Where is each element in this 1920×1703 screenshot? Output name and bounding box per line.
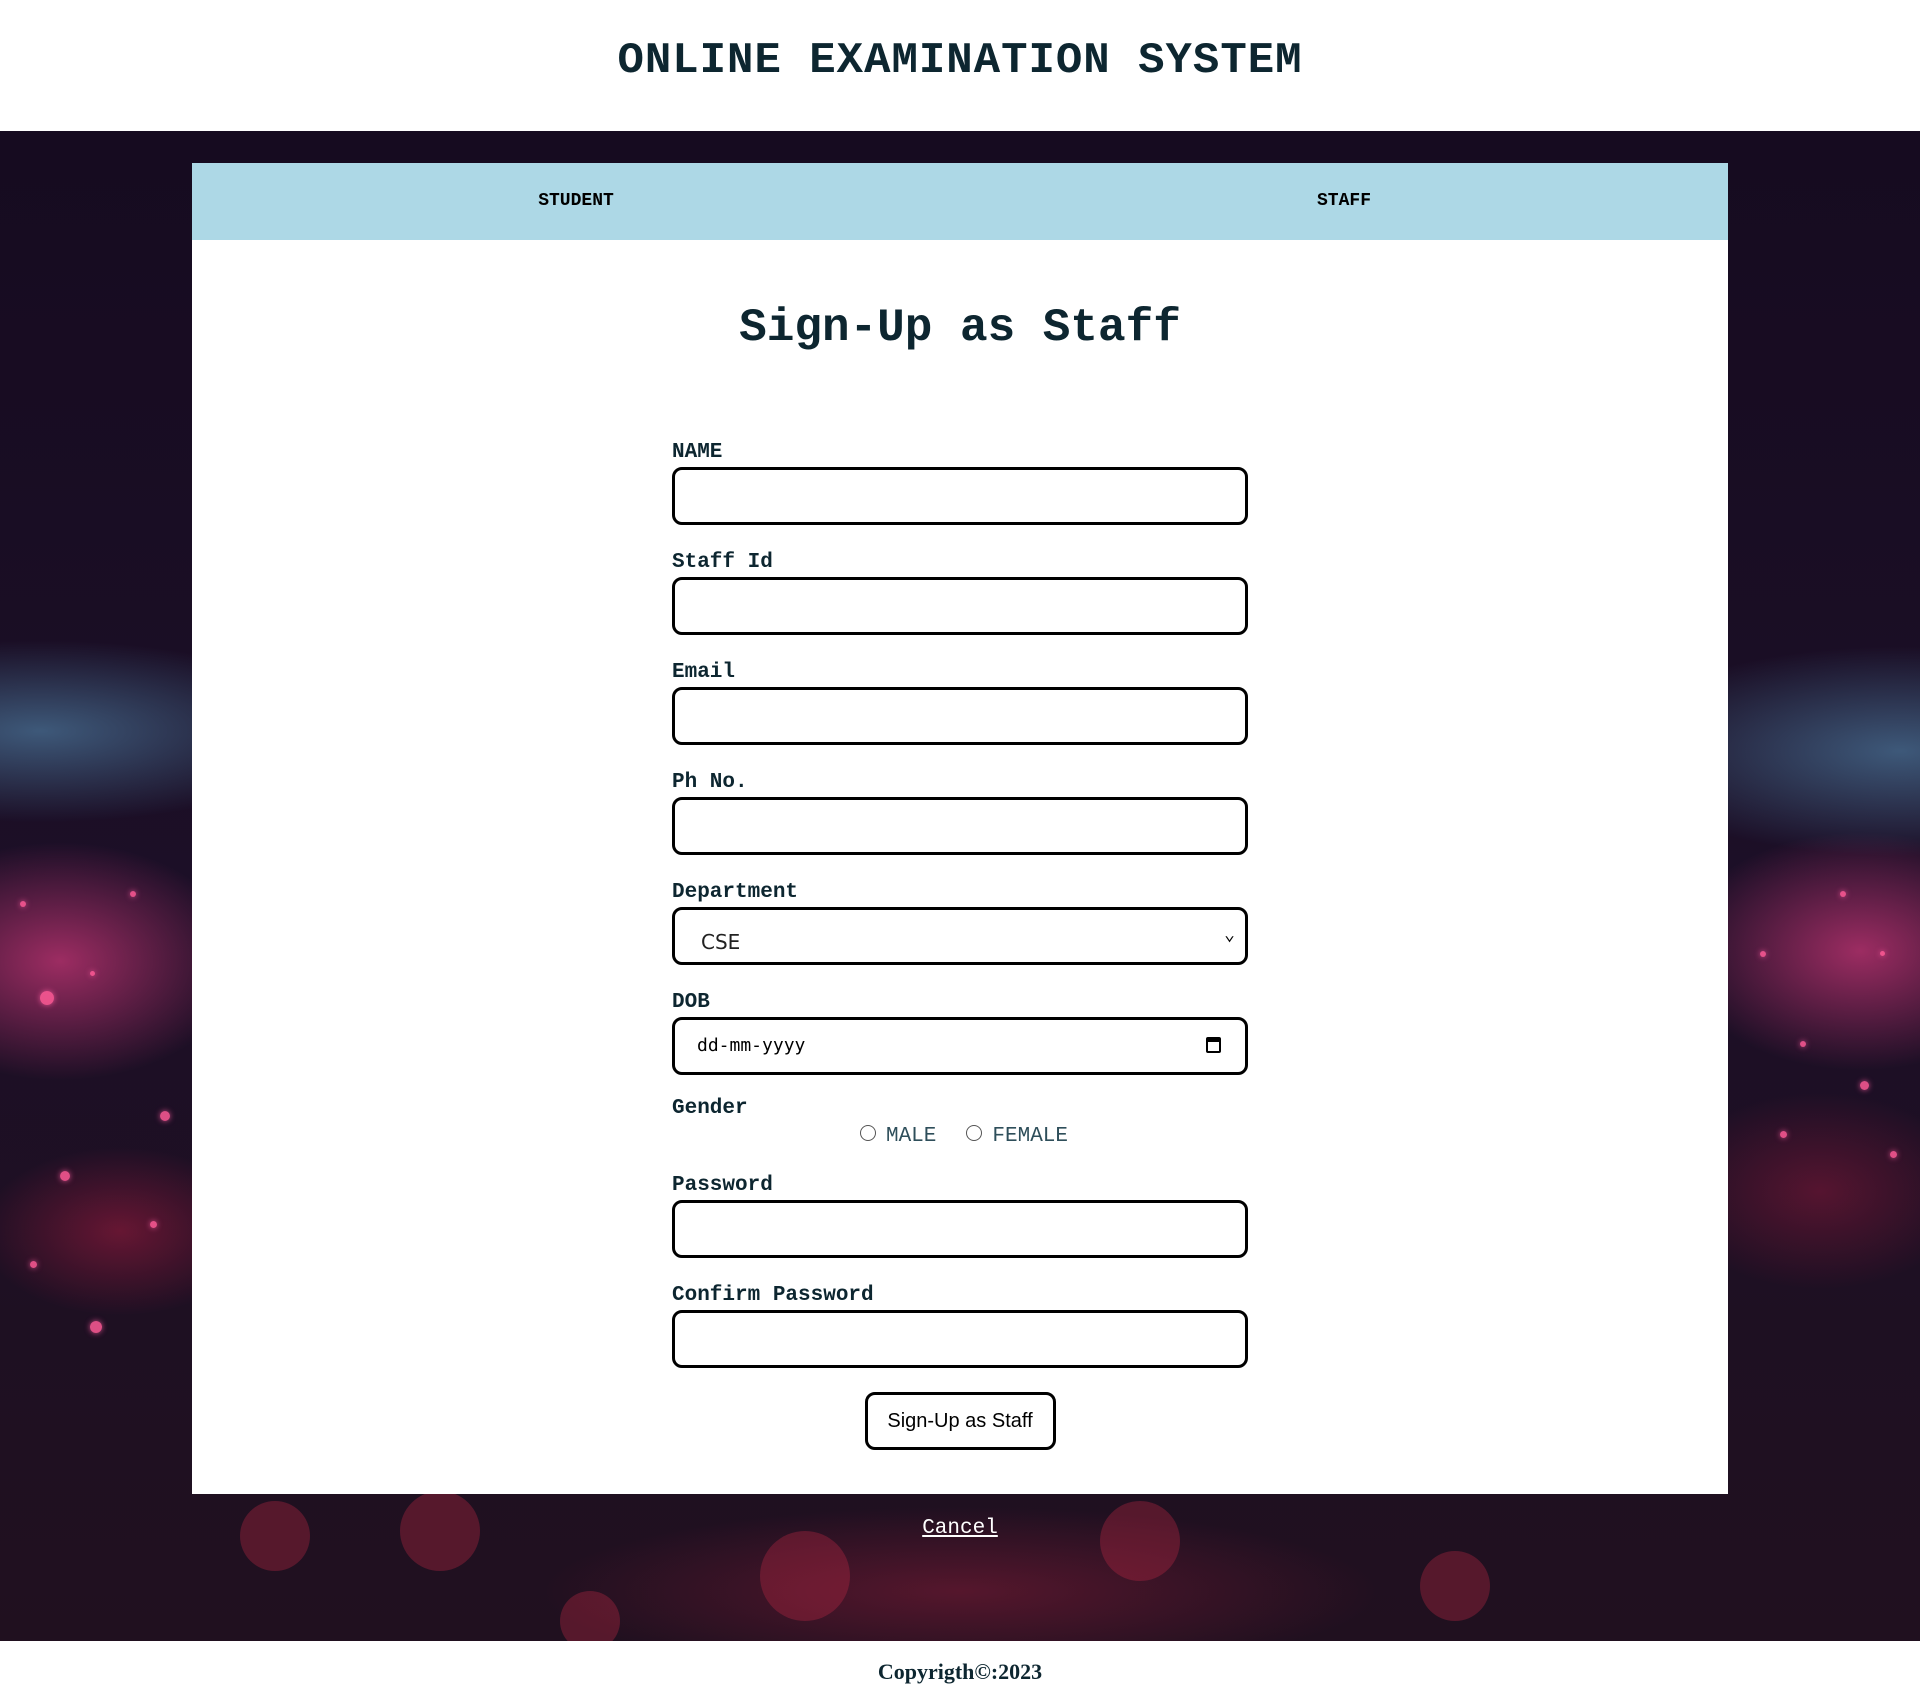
role-nav: STUDENT STAFF: [192, 163, 1728, 240]
gender-radio-group: MALE FEMALE: [672, 1124, 1248, 1148]
decor-dot: [150, 1221, 157, 1228]
signup-card: STUDENT STAFF Sign-Up as Staff NAME Staf…: [192, 163, 1728, 1494]
department-label: Department: [672, 881, 799, 904]
footer: Copyrigth©:2023: [0, 1641, 1920, 1686]
confirm-password-input[interactable]: [672, 1310, 1248, 1368]
confirm-password-field-group: Confirm Password: [672, 1284, 1248, 1368]
decor-bokeh: [1100, 1501, 1180, 1581]
gender-male-label: MALE: [885, 1125, 937, 1148]
phone-field-group: Ph No.: [672, 771, 1248, 855]
gender-female-label: FEMALE: [992, 1125, 1069, 1148]
radio-male[interactable]: [859, 1124, 876, 1141]
site-title: ONLINE EXAMINATION SYSTEM: [617, 36, 1303, 86]
form-title: Sign-Up as Staff: [739, 302, 1181, 354]
decor-dot: [1890, 1151, 1897, 1158]
name-field-group: NAME: [672, 441, 1248, 525]
nav-item-student[interactable]: STUDENT: [192, 163, 960, 240]
decor-dot: [40, 991, 54, 1005]
dob-input[interactable]: dd-mm-yyyy: [672, 1017, 1248, 1075]
site-header: ONLINE EXAMINATION SYSTEM: [0, 0, 1920, 131]
copyright-text: Copyrigth©:2023: [877, 1659, 1043, 1684]
password-field-group: Password: [672, 1174, 1248, 1258]
decor-dot: [30, 1261, 37, 1268]
nav-item-staff[interactable]: STAFF: [960, 163, 1728, 240]
staff-id-field-group: Staff Id: [672, 551, 1248, 635]
gender-label: Gender: [672, 1097, 748, 1120]
email-label: Email: [672, 661, 736, 684]
phone-input[interactable]: [672, 797, 1248, 855]
submit-wrap: Sign-Up as Staff: [672, 1392, 1248, 1450]
decor-bokeh: [760, 1531, 850, 1621]
decor-dot: [90, 1321, 102, 1333]
gender-option-female[interactable]: FEMALE: [966, 1124, 1069, 1148]
cancel-link[interactable]: Cancel: [922, 1517, 998, 1540]
decor-dot: [90, 971, 95, 976]
email-input[interactable]: [672, 687, 1248, 745]
password-label: Password: [672, 1174, 773, 1197]
department-selected-value: CSE: [701, 930, 741, 954]
chevron-down-icon: ⌄: [1224, 926, 1235, 946]
decor-dot: [1760, 951, 1766, 957]
department-field-group: Department CSE ⌄: [672, 881, 1248, 965]
email-field-group: Email: [672, 661, 1248, 745]
cancel-wrap: Cancel: [0, 1517, 1920, 1540]
decor-dot: [1800, 1041, 1806, 1047]
password-input[interactable]: [672, 1200, 1248, 1258]
decor-dot: [160, 1111, 170, 1121]
decor-dot: [1780, 1131, 1787, 1138]
name-input[interactable]: [672, 467, 1248, 525]
gender-option-male[interactable]: MALE: [859, 1124, 937, 1148]
radio-female[interactable]: [966, 1124, 983, 1141]
decor-bokeh: [560, 1591, 620, 1641]
signup-form: NAME Staff Id Email Ph No. Department CS…: [672, 441, 1248, 1450]
decor-bokeh: [1420, 1551, 1490, 1621]
calendar-icon[interactable]: [1206, 1037, 1221, 1053]
staff-id-label: Staff Id: [672, 551, 773, 574]
dob-label: DOB: [672, 991, 710, 1014]
decor-dot: [130, 891, 136, 897]
confirm-password-label: Confirm Password: [672, 1284, 874, 1307]
phone-label: Ph No.: [672, 771, 748, 794]
gender-field-group: Gender MALE FEMALE: [672, 1097, 1248, 1148]
signup-button[interactable]: Sign-Up as Staff: [864, 1392, 1056, 1450]
decor-dot: [60, 1171, 70, 1181]
name-label: NAME: [672, 441, 723, 464]
staff-id-input[interactable]: [672, 577, 1248, 635]
decor-dot: [1880, 951, 1885, 956]
dob-placeholder: dd-mm-yyyy: [697, 1035, 806, 1056]
decor-dot: [20, 901, 26, 907]
dob-field-group: DOB dd-mm-yyyy: [672, 991, 1248, 1075]
decor-dot: [1840, 891, 1846, 897]
department-select[interactable]: CSE ⌄: [672, 907, 1248, 965]
decor-dot: [1860, 1081, 1869, 1090]
